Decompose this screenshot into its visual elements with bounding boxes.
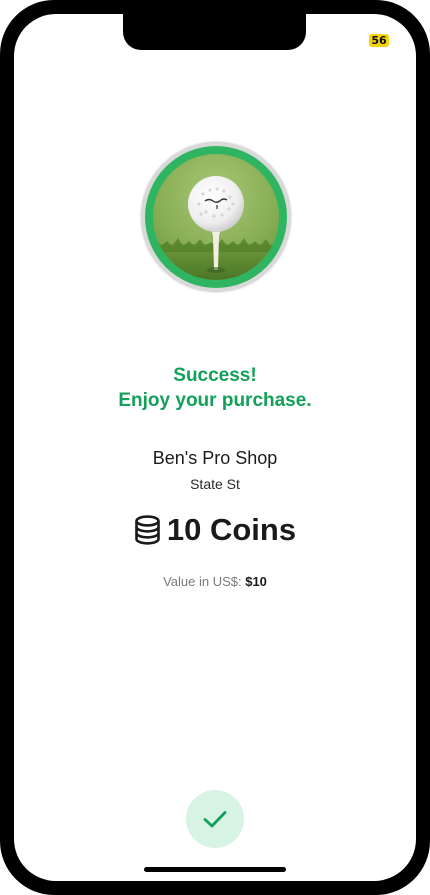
confirm-button[interactable] bbox=[186, 790, 244, 848]
golf-ball-on-tee-image bbox=[145, 146, 287, 288]
success-title: Success! bbox=[173, 365, 257, 386]
status-badge: 56 bbox=[369, 34, 389, 47]
coins-stack-icon bbox=[135, 515, 160, 545]
product-image bbox=[141, 142, 291, 292]
shop-name: Ben's Pro Shop bbox=[152, 448, 278, 468]
home-indicator[interactable] bbox=[144, 867, 286, 872]
notch bbox=[123, 14, 306, 50]
usd-value-amount: $10 bbox=[245, 574, 267, 589]
usd-value-label: Value in US$: bbox=[163, 574, 242, 589]
amount-row: 10 Coins bbox=[14, 510, 416, 550]
screen: 56 Success! Enjoy your purchase. Ben's P… bbox=[14, 14, 416, 881]
success-subtitle: Enjoy your purchase. bbox=[118, 390, 312, 411]
shop-location: State St bbox=[190, 476, 240, 492]
usd-value: Value in US$: $10 bbox=[14, 573, 416, 591]
amount-text: 10 Coins bbox=[166, 512, 297, 547]
checkmark-icon bbox=[203, 811, 227, 828]
success-message: Success! Enjoy your purchase. bbox=[14, 363, 416, 413]
phone-frame: 56 Success! Enjoy your purchase. Ben's P… bbox=[0, 0, 430, 895]
